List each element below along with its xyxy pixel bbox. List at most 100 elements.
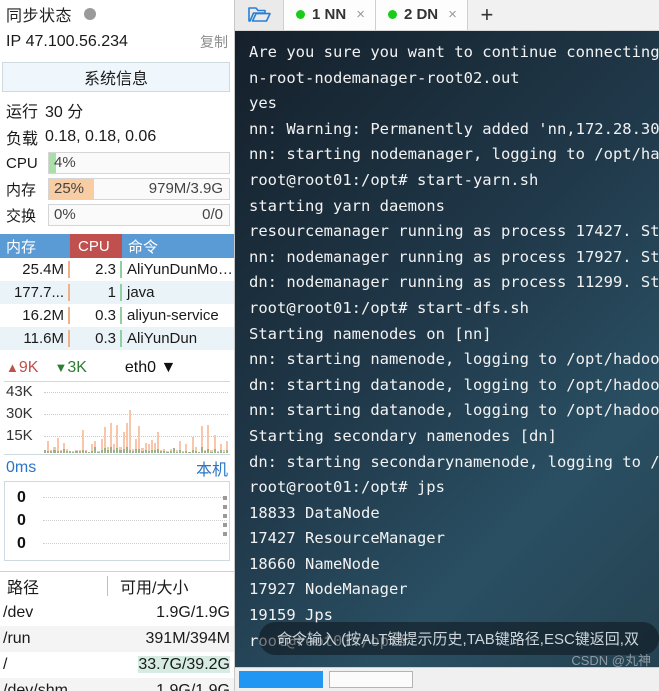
network-bar: [62, 384, 65, 453]
status-bar-active-item[interactable]: [239, 671, 323, 688]
memory-meter-row: 内存 25% 979M/3.9G: [0, 176, 234, 202]
tab-2-dn[interactable]: 2 DN ×: [375, 0, 468, 30]
terminal-line: n-root-nodemanager-root02.out: [249, 68, 520, 87]
network-bar: [116, 384, 119, 453]
tab-status-dot-icon: [296, 10, 305, 19]
table-row[interactable]: 11.6M 0.3 AliYunDun: [0, 327, 234, 350]
terminal-line: root@root01:/opt# jps: [249, 478, 445, 497]
disk-header-size[interactable]: 可用/大小: [108, 574, 234, 598]
terminal-output-area[interactable]: Are you sure you want to continue connec…: [235, 31, 659, 691]
swap-meter: 0% 0/0: [48, 204, 230, 226]
process-cpu: 0.3: [70, 330, 122, 347]
network-bar: [50, 384, 53, 453]
process-memory: 16.2M: [0, 307, 70, 324]
network-bar: [210, 384, 213, 453]
cpu-meter-label: CPU: [6, 154, 38, 172]
table-row[interactable]: 25.4M 2.3 AliYunDunMon...: [0, 258, 234, 281]
table-row[interactable]: /dev 1.9G/1.9G: [0, 600, 234, 626]
terminal-line: 17927 NodeManager: [249, 580, 408, 599]
process-header-command[interactable]: 命令: [122, 234, 234, 258]
network-bar: [197, 384, 201, 453]
network-bar: [44, 384, 47, 453]
process-cpu: 1: [70, 284, 122, 301]
network-stats-row: ▲9K ▼3K eth0 ▼: [0, 355, 234, 381]
terminal-line: 18660 NameNode: [249, 554, 380, 573]
network-bar: [103, 384, 106, 453]
disk-path: /run: [3, 630, 31, 647]
chevron-down-icon: ▼: [160, 359, 177, 376]
system-info-button[interactable]: 系统信息: [2, 62, 230, 92]
network-bar: [182, 384, 185, 453]
disk-path: /: [3, 656, 8, 673]
close-icon[interactable]: ×: [448, 6, 457, 23]
copy-ip-button[interactable]: 复制: [200, 32, 228, 52]
ping-target[interactable]: 本机: [196, 456, 228, 480]
network-bar: [226, 384, 229, 453]
network-bar: [56, 384, 59, 453]
ping-chart-y-axis: 0 0 0: [11, 482, 43, 560]
network-bar: [194, 384, 197, 453]
disk-size: 391M/394M: [145, 630, 231, 647]
process-header-cpu[interactable]: CPU: [70, 234, 122, 258]
terminal-panel: 1 NN × 2 DN × + Are you sure you want to…: [235, 0, 659, 691]
network-interface-selector[interactable]: eth0 ▼: [125, 359, 176, 377]
network-bar: [113, 384, 116, 453]
network-bar: [122, 384, 125, 453]
tab-label: 2 DN: [403, 6, 439, 23]
terminal-line: nn: nodemanager running as process 17927…: [249, 247, 659, 266]
arrow-down-icon: ▼: [54, 360, 68, 375]
disk-table-header: 路径 可用/大小: [0, 572, 234, 600]
table-row[interactable]: 177.7... 1 java: [0, 281, 234, 304]
network-bar: [78, 384, 81, 453]
process-cpu: 2.3: [70, 261, 122, 278]
process-memory: 11.6M: [0, 330, 70, 347]
network-bar: [53, 384, 56, 453]
memory-meter-amount: 979M/3.9G: [148, 180, 223, 197]
network-bar: [172, 384, 175, 453]
table-row[interactable]: / 33.7G/39.2G: [0, 652, 234, 678]
table-row[interactable]: /run 391M/394M: [0, 626, 234, 652]
network-download: ▼3K: [54, 359, 86, 377]
process-memory: 25.4M: [0, 261, 70, 278]
open-folder-button[interactable]: [235, 0, 284, 30]
terminal-line: yes: [249, 94, 277, 113]
process-memory: 177.7...: [0, 284, 70, 301]
network-ytick-0: 43K: [6, 383, 33, 400]
uptime-row: 运行 30 分: [0, 96, 234, 123]
sync-status-label: 同步状态: [6, 8, 73, 25]
network-bar: [188, 384, 191, 453]
ping-latency-chart: 0 0 0: [4, 481, 230, 561]
disk-header-path[interactable]: 路径: [0, 576, 108, 597]
tab-1-nn[interactable]: 1 NN ×: [284, 0, 376, 30]
ping-ytick-0: 0: [17, 489, 26, 506]
network-bar: [75, 384, 78, 453]
terminal-line: nn: starting namenode, logging to /opt/h…: [249, 350, 659, 369]
network-bar: [128, 384, 131, 453]
ping-ytick-1: 0: [17, 512, 26, 529]
close-icon[interactable]: ×: [356, 6, 365, 23]
network-bar: [185, 384, 188, 453]
terminal-line: root@root01:/opt# start-dfs.sh: [249, 298, 529, 317]
ip-value: IP 47.100.56.234: [6, 33, 128, 51]
ip-row: IP 47.100.56.234 复制: [0, 28, 234, 56]
disk-size: 1.9G/1.9G: [156, 682, 230, 691]
network-bar: [201, 384, 204, 453]
network-bar: [216, 384, 219, 453]
new-tab-button[interactable]: +: [467, 0, 506, 30]
status-bar-item[interactable]: [329, 671, 413, 688]
cpu-meter-row: CPU 4%: [0, 150, 234, 176]
process-table-header: 内存 CPU 命令: [0, 234, 234, 258]
network-bar: [219, 384, 223, 453]
process-command: aliyun-service: [127, 307, 219, 324]
disk-table: 路径 可用/大小 /dev 1.9G/1.9G /run 391M/394M /…: [0, 571, 234, 691]
terminal-line: nn: starting nodemanager, logging to /op…: [249, 145, 659, 164]
terminal-text: Are you sure you want to continue connec…: [249, 40, 659, 654]
network-bar: [81, 384, 84, 453]
folder-icon: [247, 6, 271, 22]
process-cpu: 0.3: [70, 307, 122, 324]
network-interface-name: eth0: [124, 359, 157, 376]
table-row[interactable]: /dev/shm 1.9G/1.9G: [0, 678, 234, 691]
table-row[interactable]: 16.2M 0.3 aliyun-service: [0, 304, 234, 327]
disk-path: /dev: [3, 604, 34, 621]
process-header-memory[interactable]: 内存: [0, 234, 70, 258]
